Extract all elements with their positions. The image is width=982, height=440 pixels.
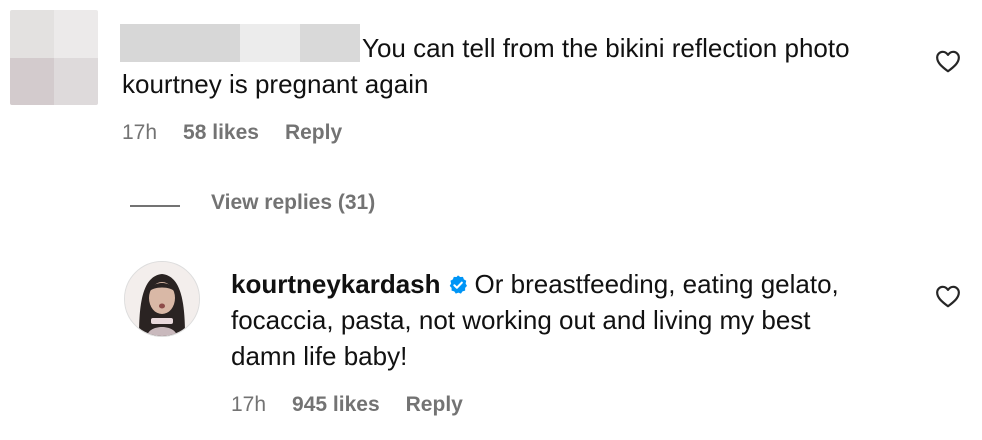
- reply-comment-time: 17h: [231, 393, 267, 416]
- comment-meta: 17h 58 likes Reply: [122, 121, 342, 145]
- view-replies-divider: [130, 205, 180, 207]
- avatar-photo-image: [125, 262, 199, 336]
- likes-count[interactable]: 58 likes: [183, 121, 259, 145]
- comments-panel: You can tell from the bikini reflection …: [0, 0, 982, 440]
- kourtneykardash-avatar[interactable]: [124, 261, 200, 337]
- view-replies-button[interactable]: View replies (31): [211, 191, 375, 215]
- username-link[interactable]: kourtneykardash: [231, 269, 441, 299]
- reply-button[interactable]: Reply: [406, 393, 463, 417]
- reply-comment-meta: 17h 945 likes Reply: [231, 393, 463, 417]
- reply-comment-text: kourtneykardash Or breastfeeding, eating…: [231, 266, 881, 374]
- comment-text: You can tell from the bikini reflection …: [122, 33, 850, 99]
- reply-likes-count[interactable]: 945 likes: [292, 393, 380, 417]
- verified-badge-icon: [449, 275, 467, 294]
- heart-icon[interactable]: [935, 49, 961, 73]
- heart-icon[interactable]: [935, 284, 961, 308]
- comment-time: 17h: [122, 121, 158, 144]
- blurred-avatar[interactable]: [10, 10, 98, 105]
- reply-button[interactable]: Reply: [285, 121, 342, 145]
